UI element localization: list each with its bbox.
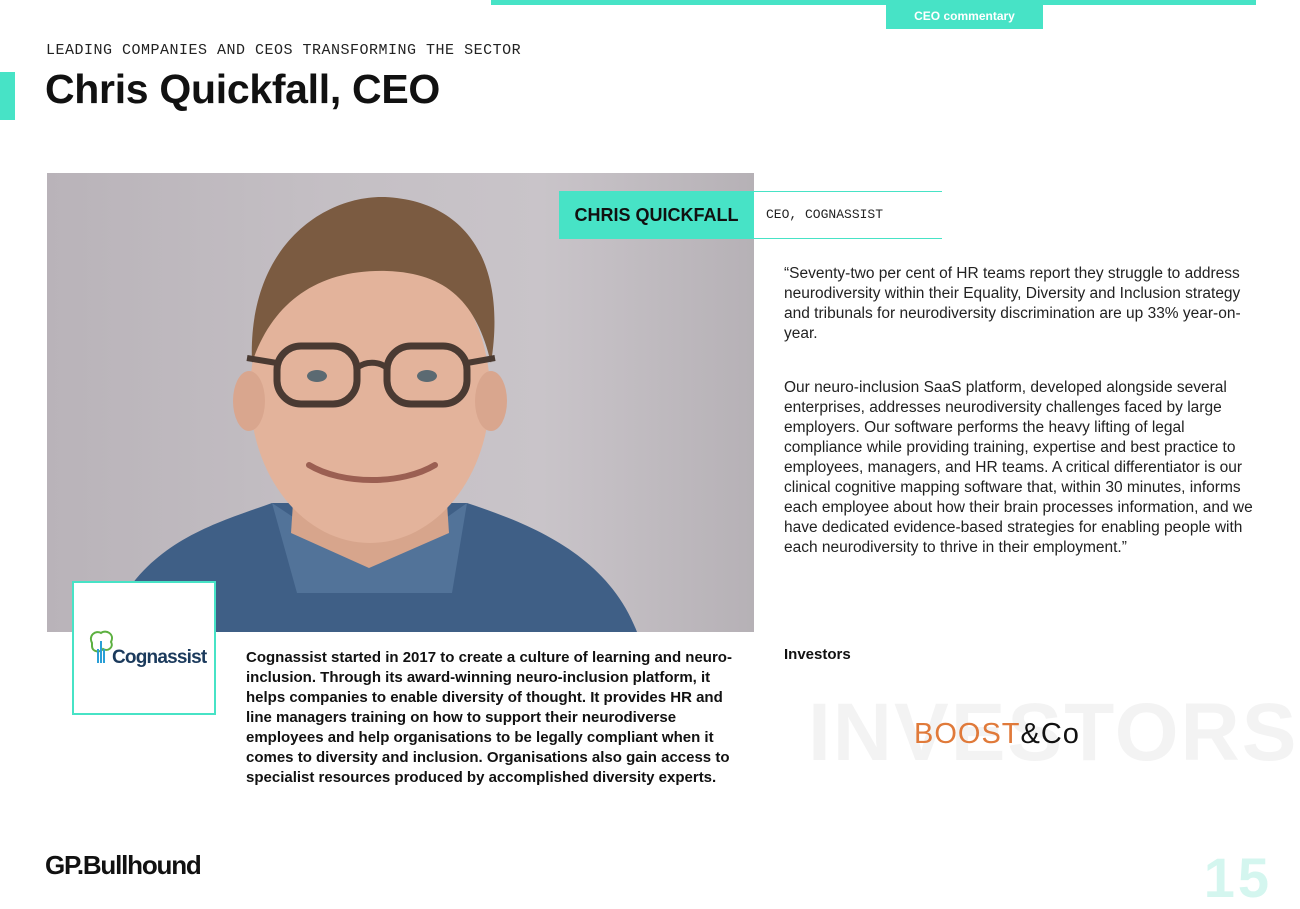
quote-paragraph: “Seventy-two per cent of HR teams report…	[784, 265, 1241, 342]
quote-paragraph: Our neuro-inclusion SaaS platform, devel…	[784, 379, 1253, 556]
boost-and-co-logo: BOOST&Co	[914, 720, 1080, 749]
ceo-name-label: CHRIS QUICKFALL	[559, 191, 754, 239]
investor-logo-part: &Co	[1020, 718, 1080, 750]
page-title: Chris Quickfall, CEO	[45, 66, 440, 112]
page-kicker: LEADING COMPANIES AND CEOS TRANSFORMING …	[46, 42, 522, 59]
ceo-portrait-photo	[47, 173, 754, 632]
company-logo-card: Cognassist	[72, 581, 216, 715]
ceo-quote: “Seventy-two per cent of HR teams report…	[784, 264, 1254, 592]
gp-bullhound-logo: GP.Bullhound	[45, 850, 202, 880]
section-tab: CEO commentary	[886, 5, 1043, 29]
investor-logo-part: BOOST	[914, 718, 1021, 750]
investors-heading: Investors	[784, 646, 851, 663]
ceo-role-label: CEO, COGNASSIST	[754, 191, 942, 239]
portrait-illustration	[107, 196, 637, 632]
company-logo-text: Cognassist	[112, 647, 207, 668]
top-accent-rule	[491, 0, 1256, 5]
page-number: 15	[1203, 846, 1272, 909]
title-accent-bar	[0, 72, 15, 120]
company-description: Cognassist started in 2017 to create a c…	[246, 649, 732, 786]
